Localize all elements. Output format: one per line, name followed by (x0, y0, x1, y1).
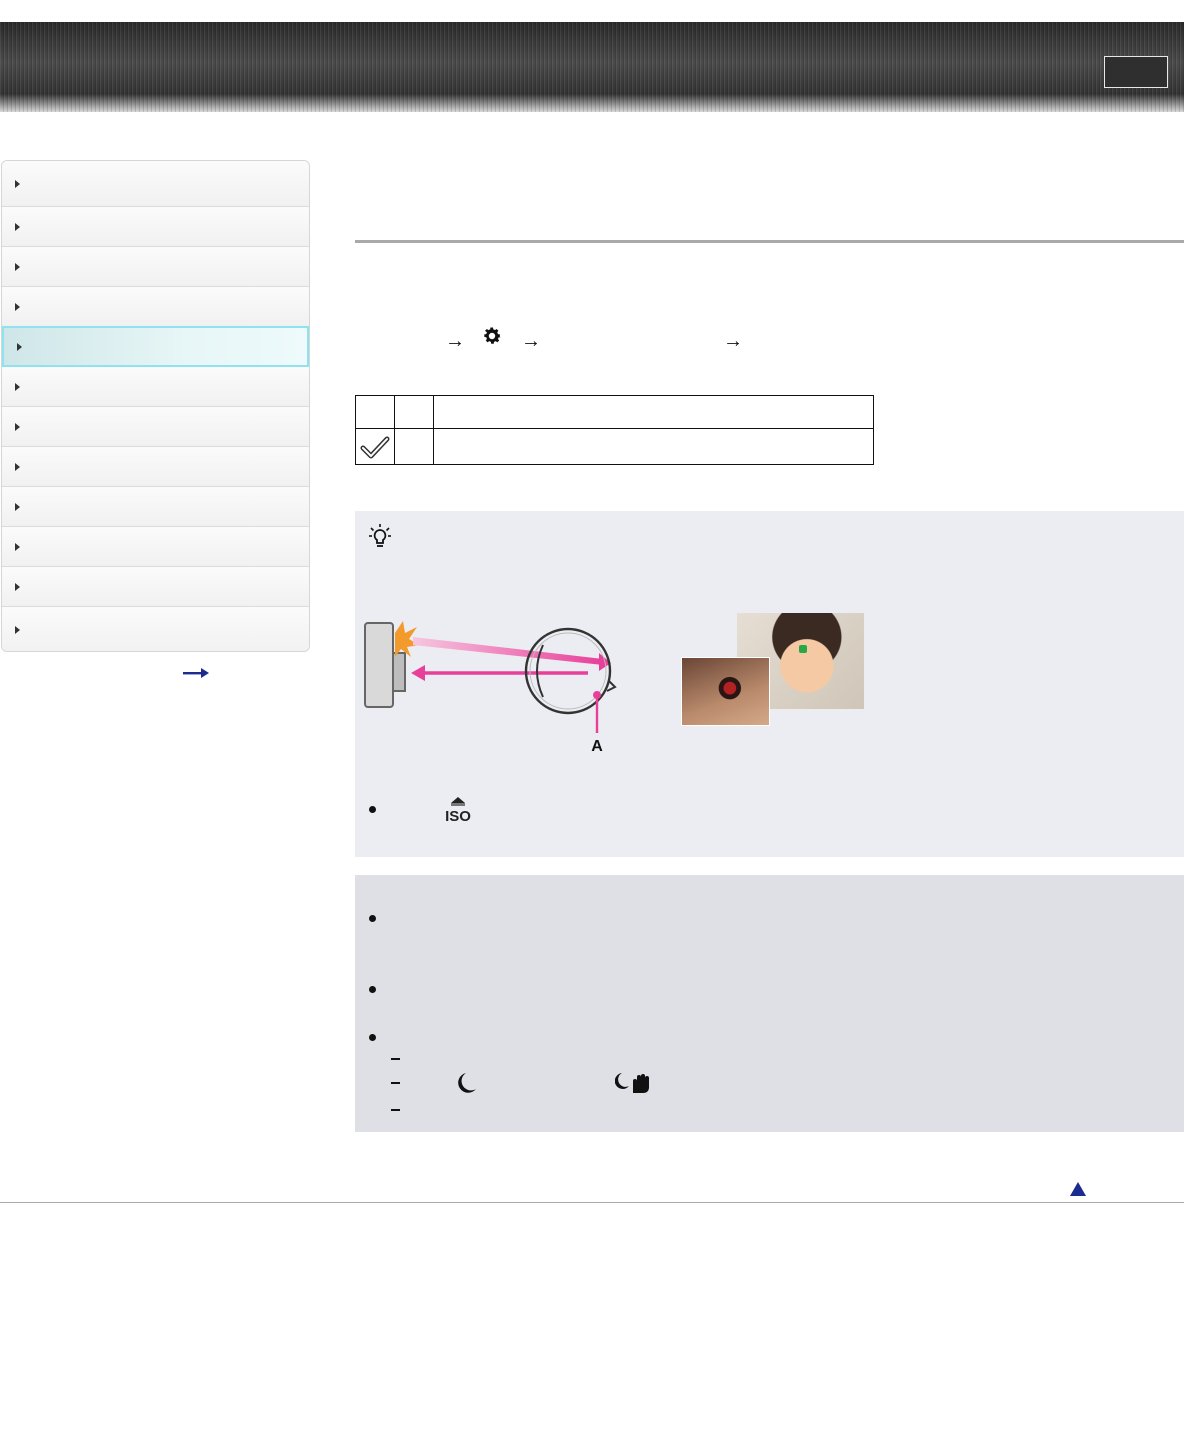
sidebar-item-7[interactable] (2, 407, 309, 447)
bullet (369, 1034, 376, 1041)
title-divider (355, 240, 1184, 243)
red-eye-diagram: A (364, 621, 617, 755)
eye-highlight-marker (799, 645, 807, 653)
arrow-right-icon[interactable] (183, 668, 209, 678)
table-cell (355, 428, 395, 465)
flash-beam (413, 637, 603, 665)
chevron-right-icon (15, 222, 20, 231)
sidebar-item-3[interactable] (2, 247, 309, 287)
checkmark-icon (360, 436, 390, 459)
chevron-right-icon (15, 262, 20, 271)
notes-box (355, 875, 1184, 1132)
bullet (369, 986, 376, 993)
arrow-right-icon: → (445, 330, 465, 352)
camera-lens (392, 652, 406, 692)
back-to-top-icon[interactable] (1070, 1182, 1086, 1196)
chevron-right-icon (15, 302, 20, 311)
table-cell (433, 395, 874, 429)
sidebar-item-4[interactable] (2, 287, 309, 327)
svg-text:ISO: ISO (445, 808, 471, 823)
chevron-right-icon (15, 626, 20, 634)
chevron-right-icon (15, 382, 20, 391)
header-button[interactable] (1104, 56, 1168, 88)
eye-closeup-photo (681, 657, 770, 726)
night-scene-icon (458, 1073, 476, 1093)
sidebar-item-6[interactable] (2, 367, 309, 407)
lightbulb-icon (369, 524, 391, 547)
dash (391, 1058, 400, 1060)
options-table (355, 395, 874, 465)
arrow-right-icon: → (723, 330, 743, 352)
menu-path: → → → (445, 325, 775, 355)
gear-icon (484, 327, 501, 344)
chevron-right-icon (15, 542, 20, 551)
footer-divider (0, 1202, 1184, 1203)
sidebar-item-1[interactable] (2, 161, 309, 207)
camera-body (364, 622, 394, 708)
table-cell (394, 395, 434, 429)
dash (391, 1109, 400, 1111)
sidebar-item-9[interactable] (2, 487, 309, 527)
header-banner (0, 22, 1184, 112)
table-row (355, 428, 874, 465)
dash (391, 1082, 400, 1084)
diagram-label-a: A (591, 738, 603, 755)
arrow-right-icon: → (521, 330, 541, 352)
sidebar-item-5-active[interactable] (2, 326, 309, 367)
table-row (355, 395, 874, 429)
chevron-right-icon (15, 179, 20, 188)
sidebar-nav (1, 160, 310, 652)
table-cell (355, 395, 395, 429)
sidebar-item-10[interactable] (2, 527, 309, 567)
handheld-twilight-icon (615, 1073, 649, 1093)
sidebar-item-2[interactable] (2, 207, 309, 247)
bullet (369, 806, 376, 813)
table-cell (394, 428, 434, 465)
chevron-right-icon (15, 582, 20, 591)
chevron-right-icon (17, 342, 22, 351)
red-eye-photo (681, 613, 865, 731)
chevron-right-icon (15, 462, 20, 471)
chevron-right-icon (15, 502, 20, 511)
iso-boost-icon: ISO (445, 797, 471, 823)
sidebar-item-12[interactable] (2, 607, 309, 651)
bullet (369, 915, 376, 922)
hint-box: A ISO (355, 511, 1184, 857)
chevron-right-icon (15, 422, 20, 431)
table-cell (433, 428, 874, 465)
sidebar-item-8[interactable] (2, 447, 309, 487)
sidebar-item-11[interactable] (2, 567, 309, 607)
